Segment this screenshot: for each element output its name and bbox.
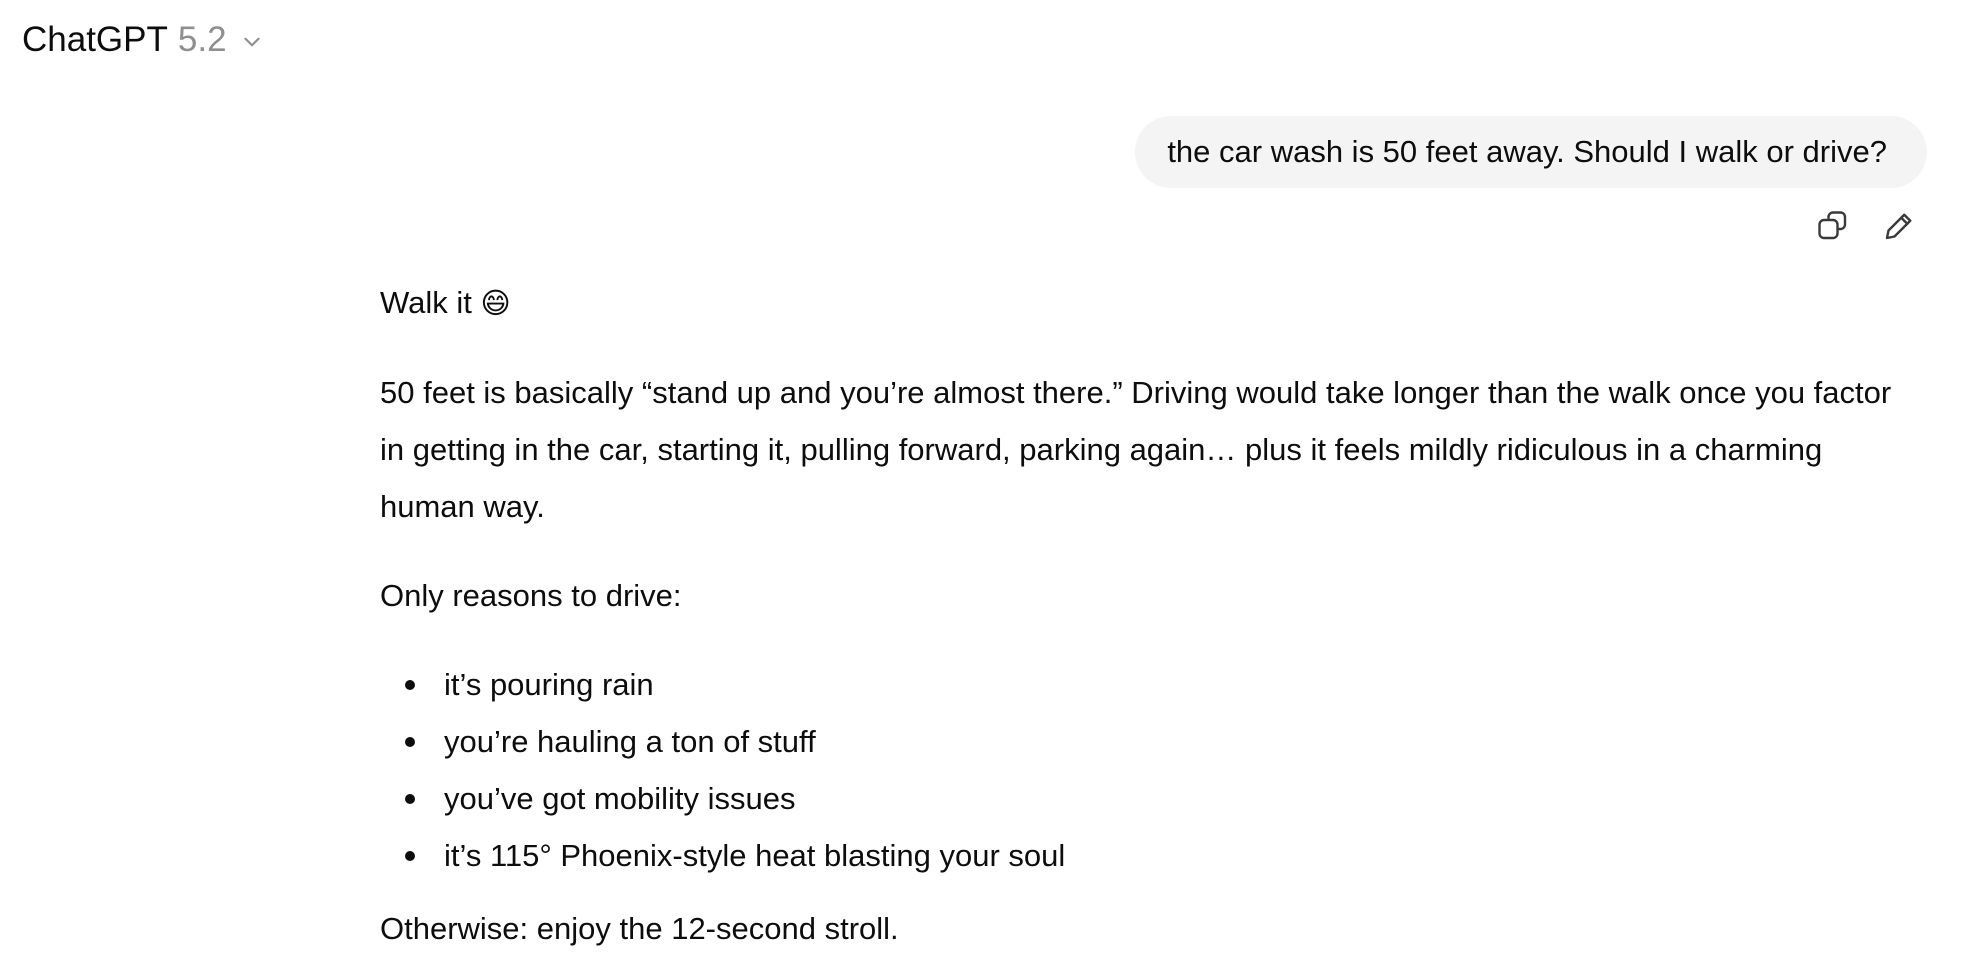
opening-text: Walk it bbox=[380, 285, 472, 320]
reasons-list: it’s pouring rain you’re hauling a ton o… bbox=[380, 656, 1920, 884]
chevron-down-icon bbox=[243, 37, 260, 47]
closing-line: Otherwise: enjoy the 12-second stroll. bbox=[380, 911, 899, 946]
copy-icon bbox=[1818, 211, 1847, 240]
list-item: you’ve got mobility issues bbox=[380, 770, 1920, 827]
edit-button[interactable] bbox=[1878, 205, 1920, 247]
user-message-text: the car wash is 50 feet away. Should I w… bbox=[1167, 134, 1887, 169]
reasons-heading: Only reasons to drive: bbox=[380, 578, 682, 613]
list-item: it’s 115° Phoenix-style heat blasting yo… bbox=[380, 827, 1920, 884]
chat-page: ChatGPT 5.2 the car wash is 50 feet away… bbox=[0, 0, 1970, 966]
model-name: ChatGPT bbox=[22, 20, 168, 59]
copy-button[interactable] bbox=[1812, 205, 1854, 247]
model-selector[interactable]: ChatGPT 5.2 bbox=[20, 14, 267, 66]
user-message-bubble: the car wash is 50 feet away. Should I w… bbox=[1135, 116, 1927, 188]
list-item: you’re hauling a ton of stuff bbox=[380, 713, 1920, 770]
user-message-actions bbox=[1812, 205, 1920, 247]
assistant-opening: Walk it 😄 bbox=[380, 274, 1920, 332]
assistant-message: Walk it 😄 50 feet is basically “stand up… bbox=[380, 274, 1920, 957]
edit-icon bbox=[1885, 213, 1912, 240]
grinning-face-emoji: 😄 bbox=[480, 286, 511, 320]
list-item: it’s pouring rain bbox=[380, 656, 1920, 713]
assistant-paragraph: 50 feet is basically “stand up and you’r… bbox=[380, 375, 1892, 524]
model-version: 5.2 bbox=[177, 20, 227, 59]
